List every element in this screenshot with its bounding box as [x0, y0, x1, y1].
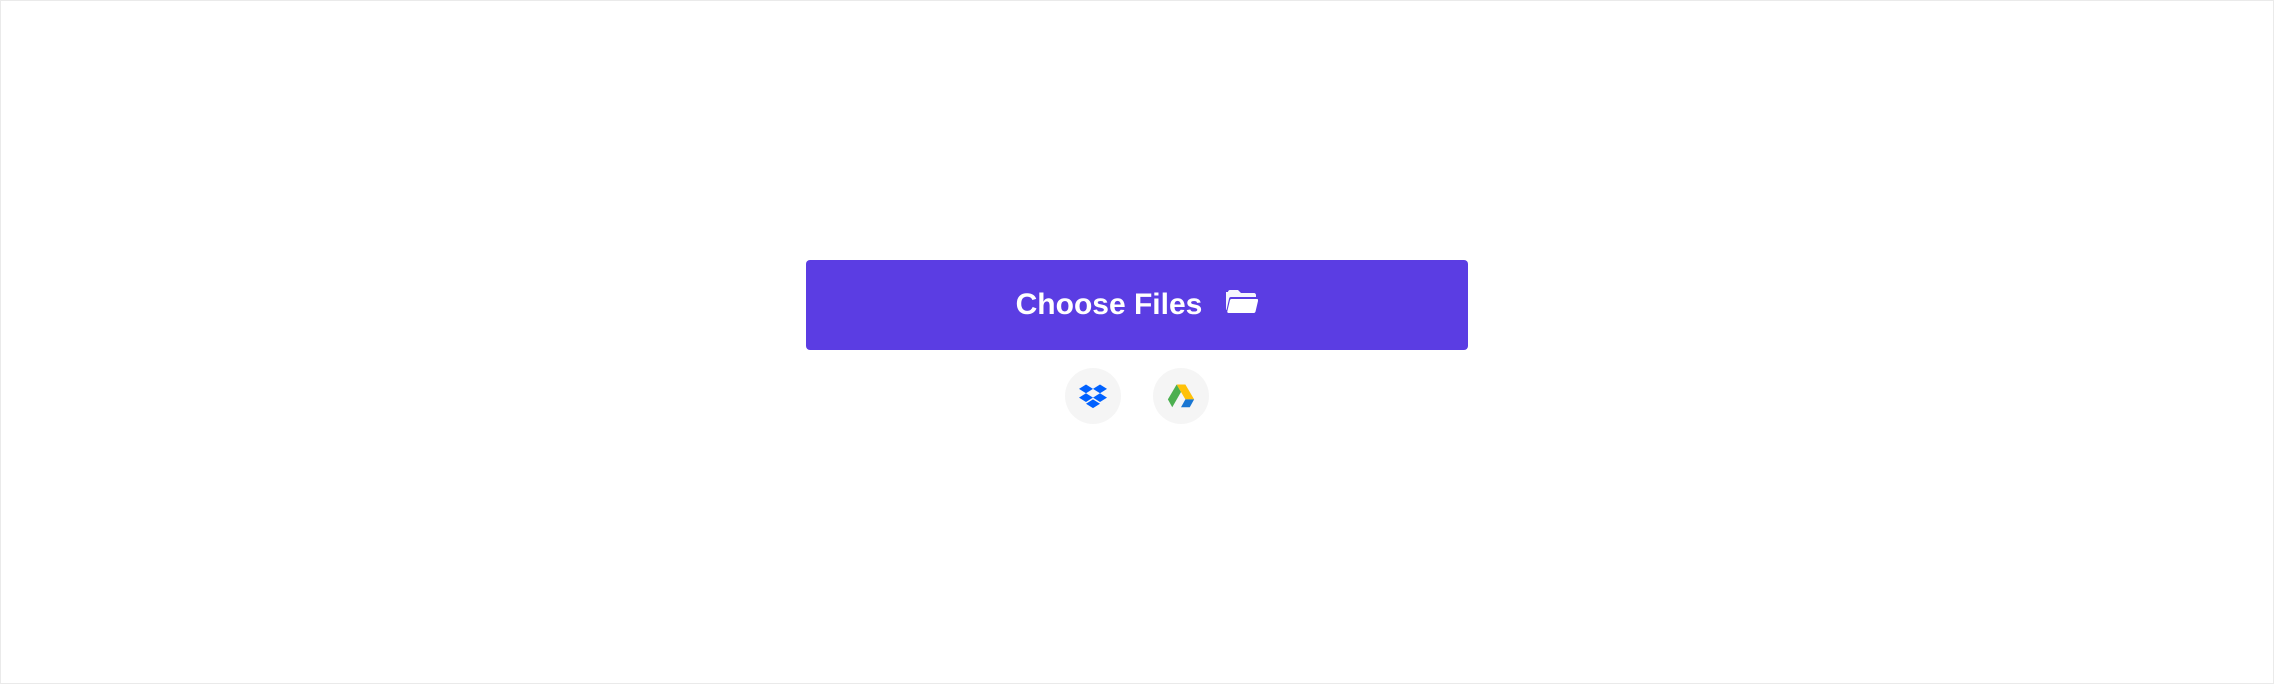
google-drive-button[interactable]	[1153, 368, 1209, 424]
choose-files-label: Choose Files	[1016, 288, 1203, 322]
google-drive-icon	[1167, 381, 1195, 412]
choose-files-button[interactable]: Choose Files	[806, 260, 1468, 350]
cloud-source-buttons	[1065, 368, 1209, 424]
dropbox-icon	[1079, 381, 1107, 412]
dropbox-button[interactable]	[1065, 368, 1121, 424]
upload-container: Choose Files	[806, 260, 1468, 424]
folder-open-icon	[1226, 288, 1258, 322]
